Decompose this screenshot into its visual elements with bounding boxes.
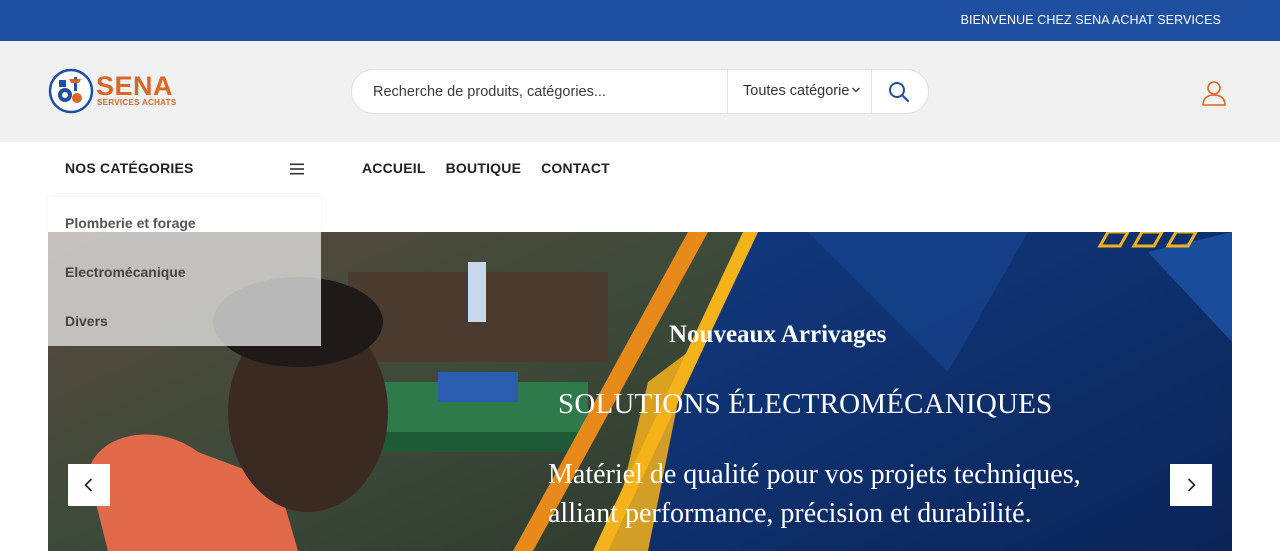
logo-tagline: SERVICES ACHATS <box>97 98 177 107</box>
top-bar: BIENVENUE CHEZ SENA ACHAT SERVICES <box>0 0 1280 41</box>
slider-prev-button[interactable] <box>68 464 110 506</box>
header: SENA SERVICES ACHATS Toutes catégorie <box>0 41 1280 142</box>
category-item-plomberie[interactable]: Plomberie et forage <box>65 215 196 231</box>
chevron-left-icon <box>84 478 93 492</box>
chevron-down-icon[interactable] <box>851 85 861 95</box>
nav-link-accueil[interactable]: ACCUEIL <box>362 160 426 176</box>
category-select[interactable]: Toutes catégorie <box>743 83 849 99</box>
slider-next-button[interactable] <box>1170 464 1212 506</box>
hamburger-menu-icon[interactable] <box>289 161 305 177</box>
chevron-right-icon <box>1187 478 1196 492</box>
site-logo[interactable]: SENA SERVICES ACHATS <box>48 68 188 116</box>
hero-title: Nouveaux Arrivages <box>669 321 887 348</box>
categories-dropdown: Plomberie et forage Electromécanique Div… <box>48 197 321 346</box>
nav-link-boutique[interactable]: BOUTIQUE <box>446 160 522 176</box>
search-icon[interactable] <box>887 80 911 104</box>
search-input[interactable] <box>373 81 723 103</box>
hero-subtitle: SOLUTIONS ÉLECTROMÉCANIQUES <box>558 388 1053 420</box>
hero-description: Matériel de qualité pour vos projets tec… <box>548 455 1148 533</box>
nav-link-contact[interactable]: CONTACT <box>541 160 610 176</box>
categories-title[interactable]: NOS CATÉGORIES <box>65 160 194 176</box>
logo-mark-icon <box>48 68 94 114</box>
nav-menu: ACCUEIL BOUTIQUE CONTACT <box>362 160 610 176</box>
user-icon[interactable] <box>1200 79 1228 107</box>
main-nav: NOS CATÉGORIES ACCUEIL BOUTIQUE CONTACT <box>0 142 1280 197</box>
welcome-message: BIENVENUE CHEZ SENA ACHAT SERVICES <box>960 13 1221 27</box>
search-bar: Toutes catégorie <box>351 69 929 114</box>
search-divider <box>871 70 872 113</box>
category-item-divers[interactable]: Divers <box>65 313 108 329</box>
hero-description-line: Matériel de qualité pour vos projets tec… <box>548 459 1081 490</box>
hero-description-line: alliant performance, précision et durabi… <box>548 498 1032 529</box>
category-item-electromecanique[interactable]: Electromécanique <box>65 264 186 280</box>
search-divider <box>727 70 728 113</box>
